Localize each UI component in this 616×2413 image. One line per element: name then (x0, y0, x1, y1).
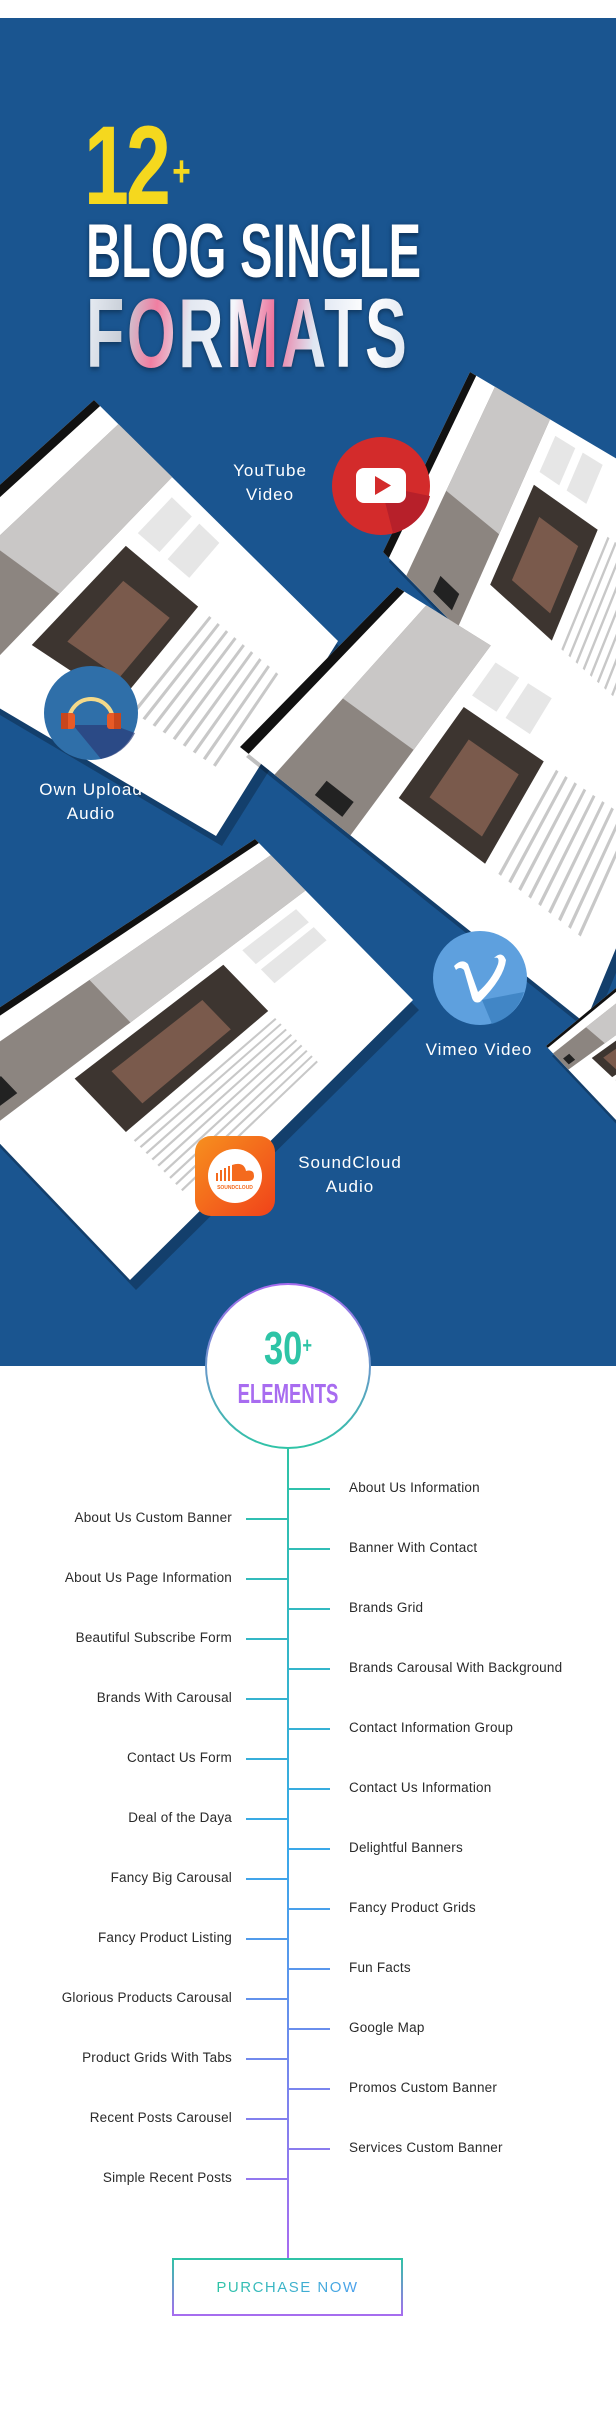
element-list-item: About Us Page Information (64, 1570, 232, 1585)
element-list-item: Fun Facts (349, 1960, 411, 1975)
element-list-item: Product Grids With Tabs (82, 2050, 232, 2065)
element-list-item: Google Map (349, 2020, 425, 2035)
purchase-now-label: PURCHASE NOW (216, 2278, 359, 2296)
element-list-item: Recent Posts Carousel (89, 2110, 232, 2125)
element-list-item: Banner With Contact (349, 1540, 478, 1555)
element-list-item: About Us Information (349, 1480, 480, 1495)
element-list-item: Brands Grid (349, 1600, 424, 1615)
elements-title: ELEMENTS (237, 1378, 339, 1409)
purchase-now-button[interactable]: PURCHASE NOW (172, 2258, 403, 2316)
element-list-item: Brands With Carousal (96, 1690, 232, 1705)
element-list-item: Deal of the Daya (128, 1810, 232, 1825)
element-list-item: Fancy Product Listing (97, 1930, 232, 1945)
element-list-item: Contact Us Form (126, 1750, 232, 1765)
element-list-item: Beautiful Subscribe Form (75, 1630, 232, 1645)
elements-badge: 30+ ELEMENTS (205, 1283, 371, 1449)
element-list-item: Fancy Product Grids (349, 1900, 476, 1915)
elements-count: 30+ (263, 1322, 313, 1374)
element-list-item: Glorious Products Carousal (61, 1990, 232, 2005)
element-list-item: Promos Custom Banner (349, 2080, 498, 2095)
element-list-item: Delightful Banners (349, 1840, 463, 1855)
element-list-item: Services Custom Banner (349, 2140, 503, 2155)
element-list-item: Fancy Big Carousal (110, 1870, 232, 1885)
element-list-item: Contact Information Group (349, 1720, 514, 1735)
element-list-item: Brands Carousal With Background (349, 1660, 563, 1675)
element-list-item: Simple Recent Posts (102, 2170, 232, 2185)
element-list-item: Contact Us Information (349, 1780, 492, 1795)
element-list-item: About Us Custom Banner (74, 1510, 232, 1525)
